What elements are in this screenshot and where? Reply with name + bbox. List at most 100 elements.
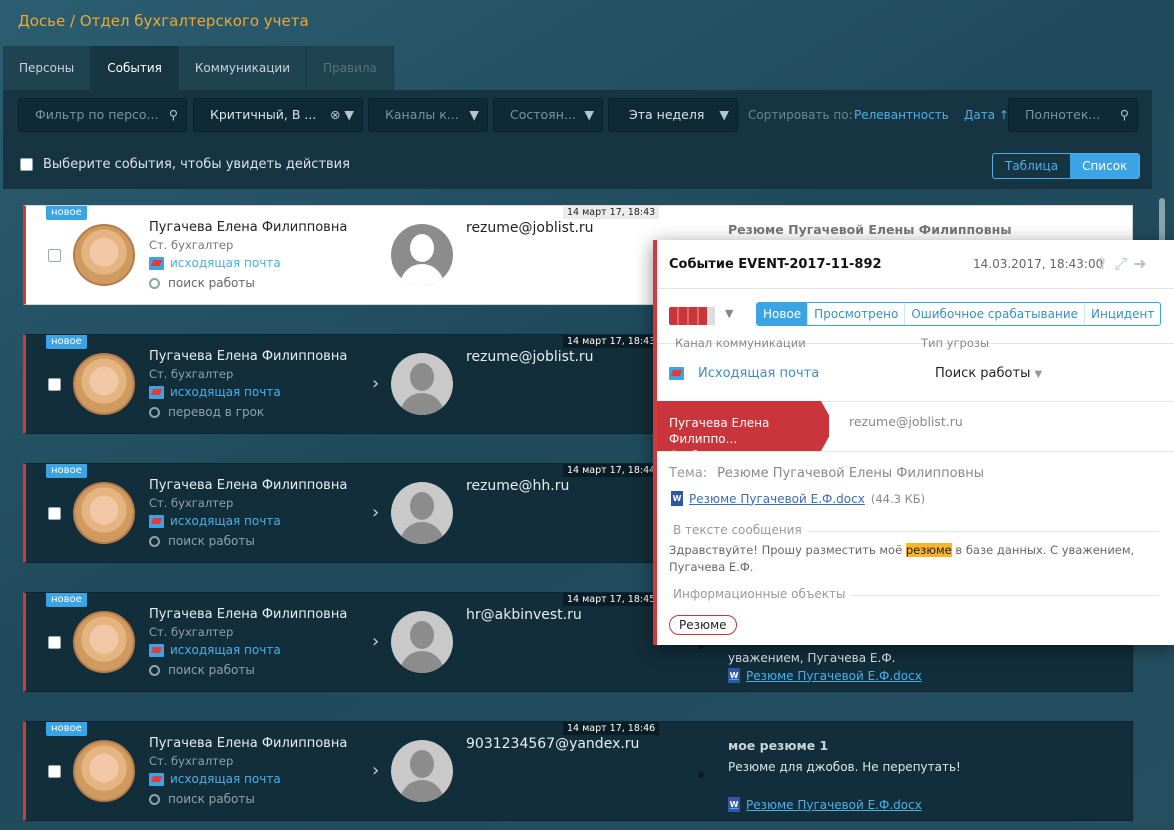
topic-value: Резюме Пугачевой Елены Филипповны xyxy=(717,466,985,481)
event-datetime: 14.03.2017, 18:43:00 xyxy=(973,257,1104,271)
arrow-right-icon[interactable]: ➜ xyxy=(1133,254,1146,274)
event-date: 14 март 17, 18:45 xyxy=(563,593,660,606)
divider xyxy=(657,451,1174,452)
person-position: Ст. бухгалтер xyxy=(149,238,234,252)
tab-persons[interactable]: Персоны xyxy=(3,46,92,90)
new-badge: новое xyxy=(46,593,87,607)
recipient-avatar xyxy=(391,482,453,544)
channel-link[interactable]: исходящая почта xyxy=(149,514,281,528)
criticality-select[interactable]: Критичный, В ... ⊗ ▼ xyxy=(193,98,363,132)
recipient-address: rezume@hh.ru xyxy=(466,478,570,494)
search-icon: ⚲ xyxy=(1119,107,1129,122)
tab-bar: Персоны События Коммуникации Правила xyxy=(3,46,394,90)
sort-label: Сортировать по: xyxy=(748,108,853,122)
divider xyxy=(657,288,1174,289)
tab-events[interactable]: События xyxy=(91,46,179,90)
criticality-flag[interactable] xyxy=(669,307,715,325)
new-badge: новое xyxy=(46,335,87,349)
channel-label: Канал коммуникации xyxy=(675,336,806,350)
event-checkbox[interactable] xyxy=(48,378,61,391)
threat-type: поиск работы xyxy=(149,276,255,290)
threat-label: Тип угрозы xyxy=(921,336,990,350)
message-section-label: В тексте сообщения xyxy=(673,523,808,537)
person-photo xyxy=(73,611,135,673)
outgoing-mail-icon xyxy=(149,256,164,270)
event-detail-panel: Событие EVENT-2017-11-892 14.03.2017, 18… xyxy=(653,240,1174,645)
event-checkbox[interactable] xyxy=(48,249,61,262)
status-incident[interactable]: Инцидент xyxy=(1084,303,1160,325)
person-filter-input[interactable]: Фильтр по персо... ⚲ xyxy=(18,98,187,132)
select-all-checkbox[interactable] xyxy=(20,158,33,171)
new-badge: новое xyxy=(46,722,87,736)
view-list-button[interactable]: Список xyxy=(1070,154,1140,178)
new-badge: новое xyxy=(46,464,87,478)
select-hint: Выберите события, чтобы увидеть действия xyxy=(43,157,350,172)
expand-icon[interactable]: ⤢ xyxy=(1114,254,1127,274)
event-checkbox[interactable] xyxy=(48,636,61,649)
chevron-right-icon: › xyxy=(372,373,380,394)
select-all-row: Выберите события, чтобы увидеть действия xyxy=(20,157,350,172)
export-icon[interactable]: ⇪ xyxy=(1095,254,1108,274)
event-title: Событие EVENT-2017-11-892 xyxy=(669,257,882,272)
event-date: 14 март 17, 18:46 xyxy=(563,722,660,735)
attachment-size: (44.3 КБ) xyxy=(870,491,926,506)
attachment-link[interactable]: W Резюме Пугачевой Е.Ф.docx xyxy=(728,668,922,683)
panel-actions: ⇪ ⤢ ➜ xyxy=(1095,254,1147,274)
fulltext-search-input[interactable]: Полнотек... ⚲ xyxy=(1008,98,1138,132)
person-position: Ст. бухгалтер xyxy=(149,496,234,510)
object-tag[interactable]: Резюме xyxy=(669,615,737,635)
chevron-right-icon: › xyxy=(372,502,380,523)
recipient-avatar xyxy=(391,224,453,286)
channel-link[interactable]: исходящая почта xyxy=(149,772,281,786)
dot xyxy=(698,772,704,778)
channel-link[interactable]: исходящая почта xyxy=(149,643,281,657)
event-subject: Резюме Пугачевой Елены Филипповны xyxy=(728,222,1012,237)
event-date: 14 март 17, 18:43 xyxy=(563,206,660,219)
breadcrumb: Досье / Отдел бухгалтерского учета xyxy=(18,12,309,30)
word-doc-icon: W xyxy=(728,797,740,812)
channels-select[interactable]: Каналы к... ▼ xyxy=(368,98,488,132)
person-photo xyxy=(73,353,135,415)
highlighted-keyword: резюме xyxy=(905,543,952,557)
event-body: уважением, Пугачева Е.Ф. xyxy=(728,651,896,665)
recipient-address: rezume@joblist.ru xyxy=(466,349,594,365)
chevron-down-icon: ▼ xyxy=(719,107,729,122)
period-select[interactable]: Эта неделя ▼ xyxy=(608,98,738,132)
event-checkbox[interactable] xyxy=(48,507,61,520)
sort-date-link[interactable]: Дата ↑ xyxy=(964,108,1009,122)
person-position: Ст. бухгалтер xyxy=(149,754,234,768)
status-new[interactable]: Новое xyxy=(757,303,808,325)
chevron-down-icon[interactable]: ▼ xyxy=(725,307,733,320)
channel-value[interactable]: Исходящая почта xyxy=(669,366,819,381)
event-checkbox[interactable] xyxy=(48,765,61,778)
attachment-link[interactable]: Резюме Пугачевой Е.Ф.docx xyxy=(689,492,865,506)
channel-link[interactable]: исходящая почта xyxy=(149,256,281,270)
sort-relevance-link[interactable]: Релевантность xyxy=(854,108,949,122)
recipient-address: hr@akbinvest.ru xyxy=(466,607,582,623)
threat-select[interactable]: Поиск работы ▼ xyxy=(935,366,1042,381)
chevron-down-icon: ▼ xyxy=(469,107,479,122)
chevron-down-icon: ▼ xyxy=(1034,369,1043,380)
event-card[interactable]: новое Пугачева Елена Филипповна Ст. бухг… xyxy=(23,721,1133,821)
chevron-right-icon: › xyxy=(372,631,380,652)
clear-chevron-icon: ⊗ ▼ xyxy=(329,107,354,122)
status-false-positive[interactable]: Ошибочное срабатывание xyxy=(904,303,1084,325)
outgoing-mail-icon xyxy=(149,643,164,657)
filter-toolbar: Фильтр по персо... ⚲ Критичный, В ... ⊗ … xyxy=(3,90,1152,189)
outgoing-mail-icon xyxy=(149,772,164,786)
recipient-address: 9031234567@yandex.ru xyxy=(466,736,640,752)
person-position: Ст. бухгалтер xyxy=(149,367,234,381)
channel-link[interactable]: исходящая почта xyxy=(149,385,281,399)
view-table-button[interactable]: Таблица xyxy=(993,154,1070,178)
message-text: Здравствуйте! Прошу разместить моё резюм… xyxy=(669,543,1135,574)
threat-type: перевод в грок xyxy=(149,405,264,419)
status-viewed[interactable]: Просмотрено xyxy=(807,303,904,325)
threat-icon xyxy=(149,406,160,418)
event-date: 14 март 17, 18:44 xyxy=(563,464,660,477)
person-name: Пугачева Елена Филипповна xyxy=(149,220,348,235)
state-select[interactable]: Состоян... ▼ xyxy=(493,98,603,132)
threat-type: поиск работы xyxy=(149,663,255,677)
objects-section-label: Информационные объекты xyxy=(673,587,852,601)
tab-communications[interactable]: Коммуникации xyxy=(178,46,307,90)
attachment-link[interactable]: W Резюме Пугачевой Е.Ф.docx xyxy=(728,797,922,812)
